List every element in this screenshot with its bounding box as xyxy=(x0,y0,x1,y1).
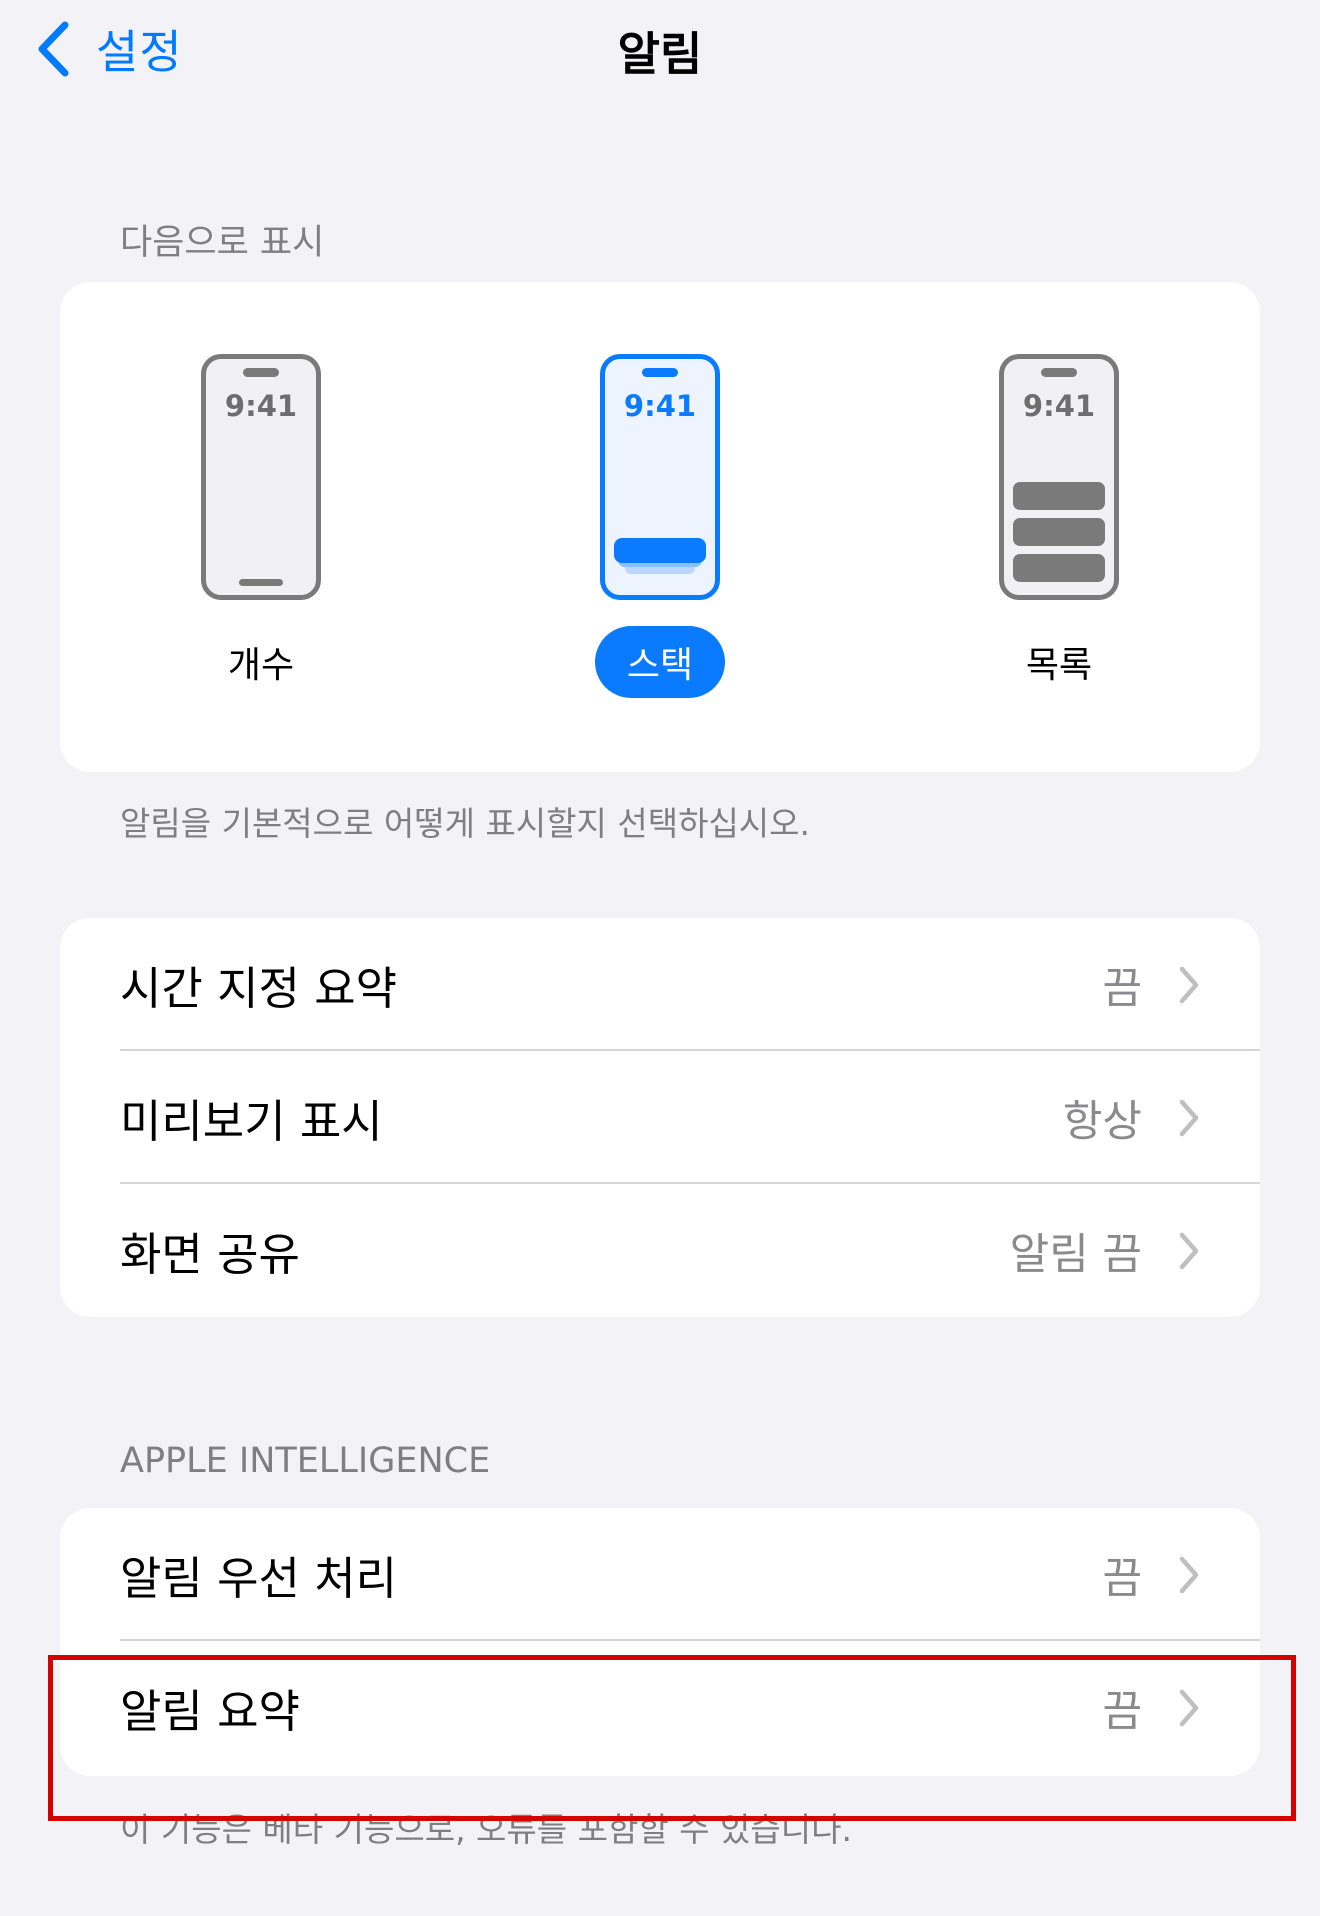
display-option-list[interactable]: 9:41 목록 xyxy=(959,354,1159,698)
phone-clock: 9:41 xyxy=(224,389,298,423)
list-notification xyxy=(1013,482,1105,510)
display-section-header: 다음으로 표시 xyxy=(120,223,325,263)
list-phone-icon: 9:41 xyxy=(999,354,1119,600)
dynamic-island xyxy=(243,368,279,377)
screen-sharing-row[interactable]: 화면 공유 알림 끔 xyxy=(60,1184,1260,1317)
navigation-bar: 설정 알림 xyxy=(0,0,1320,100)
list-notification xyxy=(1013,518,1105,546)
row-label: 미리보기 표시 xyxy=(120,1095,383,1148)
row-value: 끔 xyxy=(1102,1553,1142,1604)
chevron-right-icon xyxy=(1179,966,1199,1003)
chevron-right-icon xyxy=(1179,1556,1199,1593)
display-option-label: 개수 xyxy=(227,645,295,686)
list-notification xyxy=(1013,554,1105,582)
row-value: 알림 끔 xyxy=(1009,1229,1142,1280)
chevron-right-icon xyxy=(1179,1232,1199,1269)
display-option-count[interactable]: 9:41 개수 xyxy=(161,354,361,698)
phone-clock: 9:41 xyxy=(623,389,697,423)
stacked-notification xyxy=(614,538,706,563)
chevron-right-icon xyxy=(1179,1099,1199,1136)
display-option-label: 목록 xyxy=(1025,645,1093,686)
row-value: 끔 xyxy=(1102,1686,1142,1737)
display-style-card: 9:41 개수 9:41 스택 9:41 목록 xyxy=(60,282,1260,772)
prioritize-notifications-row[interactable]: 알림 우선 처리 끔 xyxy=(60,1508,1260,1641)
phone-clock: 9:41 xyxy=(1022,389,1096,423)
home-indicator xyxy=(239,579,283,586)
chevron-right-icon xyxy=(1179,1689,1199,1726)
apple-intelligence-group: 알림 우선 처리 끔 알림 요약 끔 xyxy=(60,1508,1260,1776)
count-phone-icon: 9:41 xyxy=(201,354,321,600)
row-value: 끔 xyxy=(1102,963,1142,1014)
show-previews-row[interactable]: 미리보기 표시 항상 xyxy=(60,1051,1260,1184)
summarize-notifications-row[interactable]: 알림 요약 끔 xyxy=(60,1641,1260,1774)
stack-phone-icon: 9:41 xyxy=(600,354,720,600)
general-settings-group: 시간 지정 요약 끔 미리보기 표시 항상 화면 공유 알림 끔 xyxy=(60,918,1260,1317)
row-label: 화면 공유 xyxy=(120,1228,300,1281)
dynamic-island xyxy=(642,368,678,377)
display-option-stack[interactable]: 9:41 스택 xyxy=(560,354,760,698)
apple-intelligence-header: APPLE INTELLIGENCE xyxy=(120,1441,491,1481)
row-value: 항상 xyxy=(1062,1096,1142,1147)
page-title: 알림 xyxy=(617,27,703,81)
row-label: 시간 지정 요약 xyxy=(120,962,398,1015)
dynamic-island xyxy=(1041,368,1077,377)
apple-intelligence-footer: 이 기능은 베타 기능으로, 오류를 포함할 수 있습니다. xyxy=(120,1810,852,1849)
display-section-footer: 알림을 기본적으로 어떻게 표시할지 선택하십시오. xyxy=(120,804,811,843)
display-option-label-selected: 스택 xyxy=(594,626,726,698)
scheduled-summary-row[interactable]: 시간 지정 요약 끔 xyxy=(60,918,1260,1051)
row-label: 알림 요약 xyxy=(120,1685,300,1738)
row-label: 알림 우선 처리 xyxy=(120,1552,398,1605)
